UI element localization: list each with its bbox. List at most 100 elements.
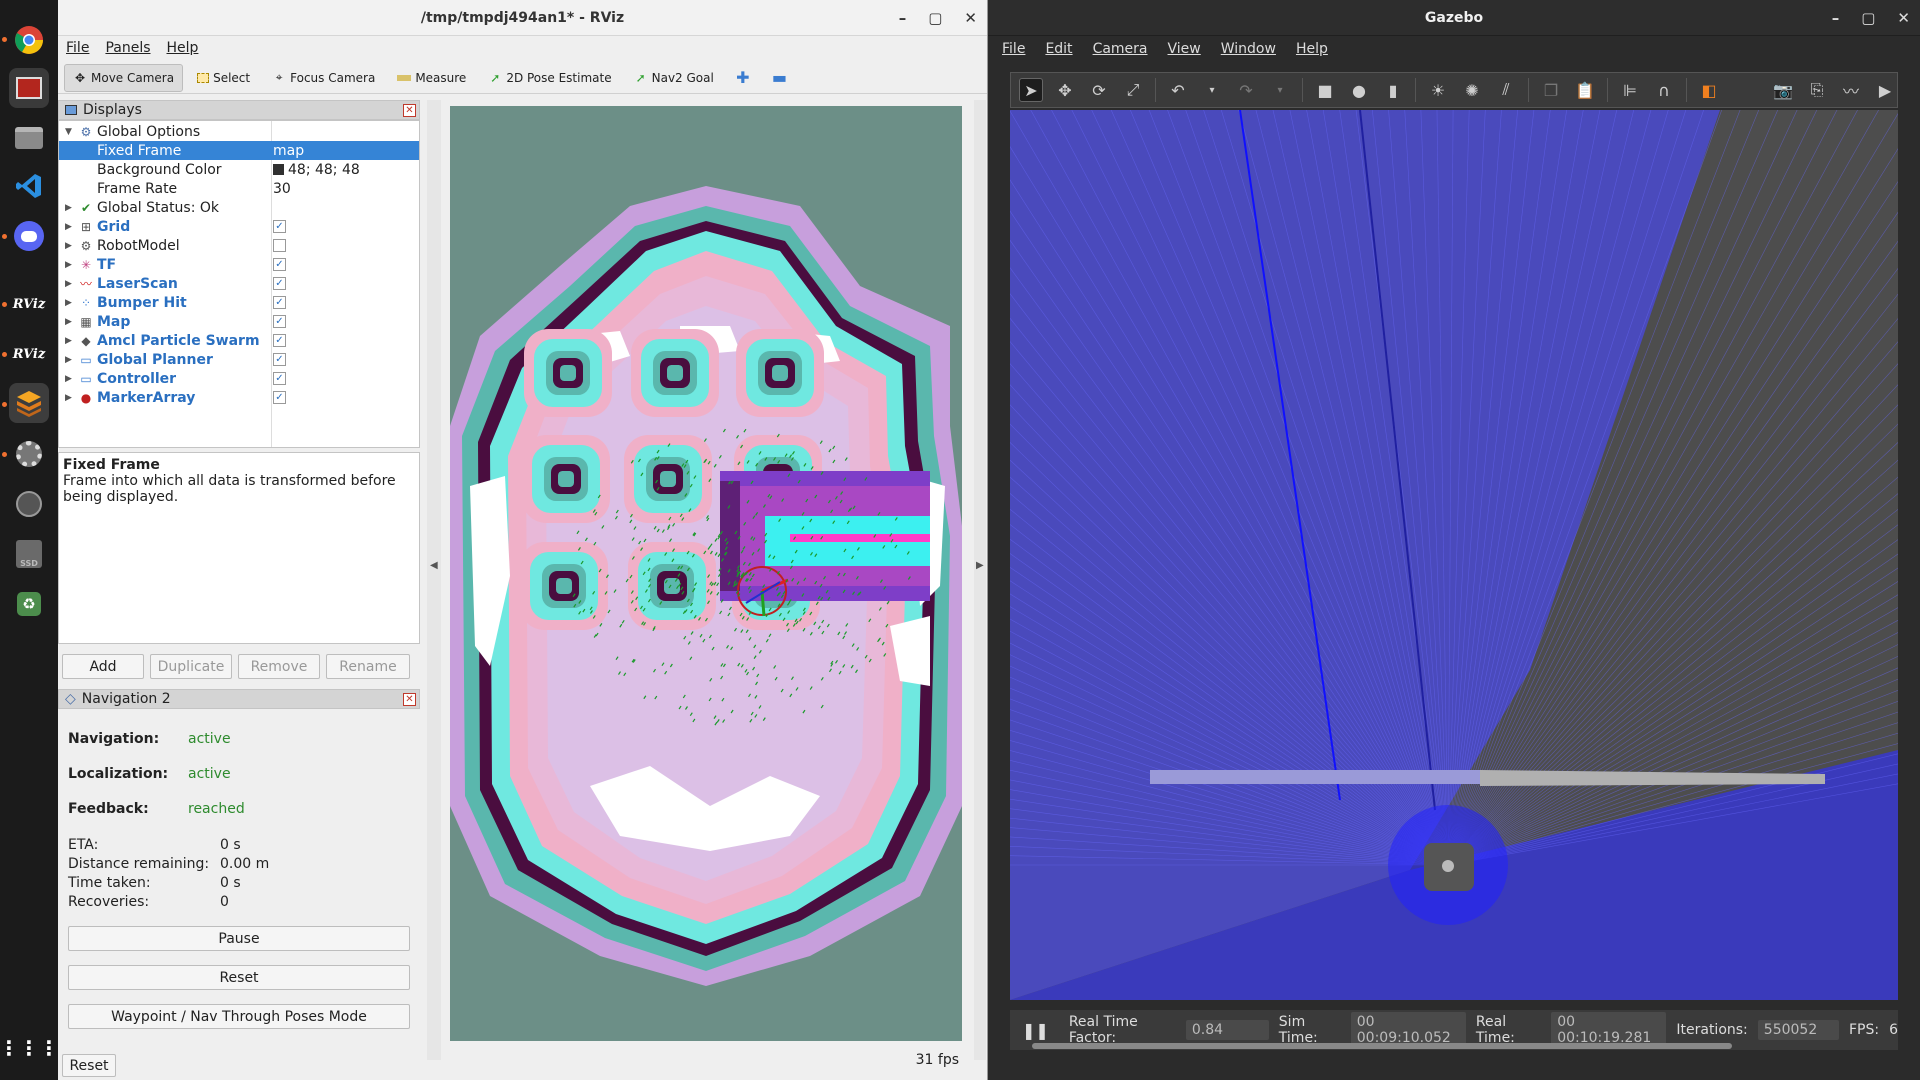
close-panel-button[interactable]: ✕	[403, 693, 416, 706]
display-enabled-checkbox[interactable]	[273, 239, 286, 252]
pointer-icon[interactable]: ➤	[1019, 78, 1043, 102]
display-enabled-checkbox[interactable]: ✓	[273, 372, 286, 385]
display-row[interactable]: ▶ ▭ Controller ✓	[59, 369, 419, 388]
remove-display-button[interactable]: Remove	[238, 654, 320, 679]
display-enabled-checkbox[interactable]: ✓	[273, 220, 286, 233]
chrome-icon[interactable]	[9, 20, 49, 60]
expand-arrow-icon[interactable]: ▶	[65, 355, 75, 365]
display-row[interactable]: ▶ ▦ Map ✓	[59, 312, 419, 331]
record-video-icon[interactable]: ▶	[1873, 78, 1897, 102]
screenshot-icon[interactable]: 📷	[1771, 78, 1795, 102]
costmap-render[interactable]	[450, 106, 962, 1041]
paste-icon[interactable]: 📋	[1573, 78, 1597, 102]
tree-row-frame-rate[interactable]: Frame Rate 30	[59, 179, 419, 198]
align-icon[interactable]: ⊫	[1618, 78, 1642, 102]
reset-nav-button[interactable]: Reset	[68, 965, 410, 990]
copy-icon[interactable]: ❐	[1539, 78, 1563, 102]
add-display-button[interactable]: Add	[62, 654, 144, 679]
rotate-icon[interactable]: ⟳	[1087, 78, 1111, 102]
undo-icon[interactable]: ↶	[1166, 78, 1190, 102]
expand-arrow-icon[interactable]: ▶	[65, 298, 75, 308]
menu-view[interactable]: View	[1168, 41, 1201, 57]
laser-render[interactable]	[1010, 110, 1898, 1000]
display-enabled-checkbox[interactable]: ✓	[273, 315, 286, 328]
reset-time-button[interactable]: Reset	[62, 1054, 116, 1077]
rename-display-button[interactable]: Rename	[326, 654, 410, 679]
apps-grid-icon[interactable]: ⋮⋮⋮	[0, 1028, 59, 1068]
remove-tool-button[interactable]: ▬	[764, 64, 794, 92]
focus-camera-button[interactable]: ⌖ Focus Camera	[264, 64, 383, 92]
redo-dropdown-icon[interactable]: ▾	[1268, 78, 1292, 102]
tree-row-background-color[interactable]: Background Color 48; 48; 48	[59, 160, 419, 179]
menu-help[interactable]: Help	[167, 40, 199, 56]
expand-arrow-icon[interactable]: ▶	[65, 336, 75, 346]
expand-arrow-icon[interactable]: ▼	[65, 127, 75, 137]
ssd-icon[interactable]: SSD	[9, 534, 49, 574]
display-row[interactable]: ▶ 〰 LaserScan ✓	[59, 274, 419, 293]
duplicate-display-button[interactable]: Duplicate	[150, 654, 232, 679]
pose-estimate-button[interactable]: ➚ 2D Pose Estimate	[480, 64, 619, 92]
tree-row-fixed-frame[interactable]: Fixed Frame map	[59, 141, 419, 160]
trash-icon[interactable]: ♻	[9, 584, 49, 624]
expand-arrow-icon[interactable]: ▶	[65, 203, 75, 213]
terminal-icon[interactable]	[9, 68, 49, 108]
gazebo-3d-view[interactable]	[1010, 110, 1898, 1000]
plot-icon[interactable]: 〰	[1839, 78, 1863, 102]
maximize-button[interactable]: ▢	[928, 9, 942, 27]
vscode-icon[interactable]	[9, 166, 49, 206]
menu-file[interactable]: File	[66, 40, 89, 56]
menu-file[interactable]: File	[1002, 41, 1025, 57]
horizontal-scrollbar[interactable]	[1032, 1043, 1732, 1049]
display-enabled-checkbox[interactable]: ✓	[273, 334, 286, 347]
sphere-shape-icon[interactable]: ●	[1347, 78, 1371, 102]
display-row[interactable]: ▶ ⁘ Bumper Hit ✓	[59, 293, 419, 312]
menu-camera[interactable]: Camera	[1093, 41, 1148, 57]
display-row[interactable]: ▶ ◆ Amcl Particle Swarm ✓	[59, 331, 419, 350]
display-enabled-checkbox[interactable]: ✓	[273, 353, 286, 366]
pause-icon[interactable]: ❚❚	[1022, 1021, 1049, 1040]
files-icon[interactable]	[9, 118, 49, 158]
menu-window[interactable]: Window	[1221, 41, 1276, 57]
expand-arrow-icon[interactable]: ▶	[65, 241, 75, 251]
display-enabled-checkbox[interactable]: ✓	[273, 277, 286, 290]
expand-arrow-icon[interactable]: ▶	[65, 260, 75, 270]
background-color-value[interactable]: 48; 48; 48	[288, 162, 360, 178]
undo-dropdown-icon[interactable]: ▾	[1200, 78, 1224, 102]
tree-row-global-status[interactable]: ▶ ✔ Global Status: Ok	[59, 198, 419, 217]
translate-icon[interactable]: ✥	[1053, 78, 1077, 102]
display-enabled-checkbox[interactable]: ✓	[273, 258, 286, 271]
close-button[interactable]: ✕	[1897, 9, 1910, 27]
close-button[interactable]: ✕	[964, 9, 977, 27]
display-row[interactable]: ▶ ⊞ Grid ✓	[59, 217, 419, 236]
fixed-frame-value[interactable]: map	[273, 143, 304, 159]
display-enabled-checkbox[interactable]: ✓	[273, 296, 286, 309]
expand-arrow-icon[interactable]: ▶	[65, 279, 75, 289]
directional-light-icon[interactable]: ⫽	[1494, 78, 1518, 102]
tree-row-global-options[interactable]: ▼ ⚙ Global Options	[59, 122, 419, 141]
waypoint-mode-button[interactable]: Waypoint / Nav Through Poses Mode	[68, 1004, 410, 1029]
pause-button[interactable]: Pause	[68, 926, 410, 951]
minimize-button[interactable]: –	[899, 9, 907, 27]
menu-help[interactable]: Help	[1296, 41, 1328, 57]
display-enabled-checkbox[interactable]: ✓	[273, 391, 286, 404]
rviz-3d-view[interactable]	[450, 106, 962, 1041]
scale-icon[interactable]: ⤢	[1121, 78, 1145, 102]
expand-arrow-icon[interactable]: ▶	[65, 393, 75, 403]
disk-icon[interactable]	[9, 484, 49, 524]
snap-icon[interactable]: ∩	[1652, 78, 1676, 102]
left-splitter[interactable]: ◀	[427, 100, 441, 1060]
gazebo-icon[interactable]	[9, 383, 49, 423]
measure-button[interactable]: Measure	[389, 64, 474, 92]
spot-light-icon[interactable]: ✺	[1460, 78, 1484, 102]
menu-panels[interactable]: Panels	[105, 40, 150, 56]
cylinder-shape-icon[interactable]: ▮	[1381, 78, 1405, 102]
rviz-icon[interactable]: RViz	[9, 284, 49, 324]
frame-rate-value[interactable]: 30	[273, 181, 291, 197]
right-splitter[interactable]: ▶	[974, 100, 986, 1060]
settings-icon[interactable]	[9, 434, 49, 474]
add-tool-button[interactable]: ✚	[728, 64, 758, 92]
display-row[interactable]: ▶ ● MarkerArray ✓	[59, 388, 419, 407]
nav2-goal-button[interactable]: ➚ Nav2 Goal	[626, 64, 722, 92]
box-shape-icon[interactable]: ■	[1313, 78, 1337, 102]
display-row[interactable]: ▶ ▭ Global Planner ✓	[59, 350, 419, 369]
